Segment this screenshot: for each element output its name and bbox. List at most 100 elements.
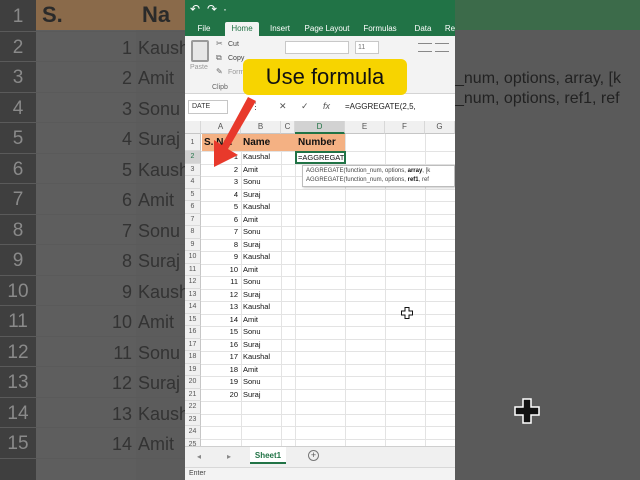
row-header[interactable]: 4 xyxy=(185,176,201,189)
row-header[interactable]: 8 xyxy=(185,226,201,239)
cell-name[interactable]: Sonu xyxy=(242,226,280,239)
cell-name[interactable]: Kaushal xyxy=(242,201,280,214)
row-header[interactable]: 23 xyxy=(185,413,201,426)
row-header[interactable]: 20 xyxy=(185,376,201,389)
redo-icon[interactable]: ↷ xyxy=(207,2,217,16)
column-header-g[interactable]: G xyxy=(425,121,455,134)
cell-name[interactable]: Suraj xyxy=(242,289,280,302)
format-painter-icon[interactable]: ✎ xyxy=(216,67,223,76)
row-header[interactable]: 21 xyxy=(185,388,201,401)
tab-formulas[interactable]: Formulas xyxy=(360,22,400,36)
next-sheet-icon[interactable]: ▸ xyxy=(227,452,231,461)
formula-input[interactable]: =AGGREGATE(2,5, xyxy=(345,100,455,114)
copy-icon[interactable]: ⧉ xyxy=(216,53,222,63)
row-header[interactable]: 17 xyxy=(185,338,201,351)
cell-name[interactable]: Suraj xyxy=(242,239,280,252)
cell-sno[interactable]: 12 xyxy=(202,289,239,302)
row-header[interactable]: 2 xyxy=(185,151,201,164)
font-name-box[interactable] xyxy=(285,41,349,54)
cell-sno[interactable]: 10 xyxy=(202,264,239,277)
font-size-box[interactable]: 11 xyxy=(355,41,379,54)
paste-icon[interactable] xyxy=(191,40,209,62)
cell-sno[interactable]: 11 xyxy=(202,276,239,289)
cell-sno[interactable]: 18 xyxy=(202,364,239,377)
row-header[interactable]: 13 xyxy=(185,288,201,301)
column-header-c[interactable]: C xyxy=(281,121,295,134)
tab-home[interactable]: Home xyxy=(225,22,259,36)
add-sheet-icon[interactable]: + xyxy=(308,450,319,461)
tab-page-layout[interactable]: Page Layout xyxy=(303,22,351,36)
row-header[interactable]: 16 xyxy=(185,326,201,339)
tab-review[interactable]: Re xyxy=(443,22,455,36)
cell-sno[interactable]: 4 xyxy=(202,189,239,202)
insert-function-icon[interactable]: fx xyxy=(323,101,330,111)
cell-name[interactable]: Sonu xyxy=(242,376,280,389)
column-header-f[interactable]: F xyxy=(385,121,425,134)
row-header[interactable]: 12 xyxy=(185,276,201,289)
cell-sno[interactable]: 9 xyxy=(202,251,239,264)
cell-name[interactable]: Sonu xyxy=(242,176,280,189)
cell-sno[interactable]: 6 xyxy=(202,214,239,227)
column-header-d[interactable]: D xyxy=(295,121,345,134)
cell-name[interactable]: Suraj xyxy=(242,339,280,352)
cell-sno[interactable]: 5 xyxy=(202,201,239,214)
cell-sno[interactable]: 8 xyxy=(202,239,239,252)
column-header-e[interactable]: E xyxy=(345,121,385,134)
copy-button[interactable]: Copy xyxy=(228,55,244,62)
tooltip-line-2-arg[interactable]: ref1 xyxy=(408,177,419,183)
row-header[interactable]: 24 xyxy=(185,426,201,439)
format-painter-button[interactable]: Form xyxy=(228,69,244,76)
cell-sno[interactable]: 17 xyxy=(202,351,239,364)
row-header[interactable]: 6 xyxy=(185,201,201,214)
tab-data[interactable]: Data xyxy=(408,22,438,36)
paste-label[interactable]: Paste xyxy=(190,64,208,71)
cell-name[interactable]: Amit xyxy=(242,314,280,327)
cell-name[interactable]: Suraj xyxy=(242,189,280,202)
select-all-corner[interactable] xyxy=(185,121,201,134)
cell-name[interactable]: Kaushal xyxy=(242,301,280,314)
cell-name[interactable]: Amit xyxy=(242,264,280,277)
header-number[interactable]: Number xyxy=(298,134,336,151)
tooltip-line-1-arg[interactable]: array xyxy=(408,168,423,174)
cell-sno[interactable]: 14 xyxy=(202,314,239,327)
prev-sheet-icon[interactable]: ◂ xyxy=(197,452,201,461)
cell-sno[interactable]: 15 xyxy=(202,326,239,339)
row-header[interactable]: 9 xyxy=(185,238,201,251)
row-header[interactable]: 10 xyxy=(185,251,201,264)
cell-sno[interactable]: 20 xyxy=(202,389,239,402)
cell-name[interactable]: Suraj xyxy=(242,389,280,402)
row-header[interactable]: 5 xyxy=(185,188,201,201)
align-top-icon[interactable] xyxy=(418,43,432,52)
cancel-icon[interactable]: ✕ xyxy=(279,101,287,112)
row-header[interactable]: 22 xyxy=(185,401,201,414)
undo-icon[interactable]: ↶ xyxy=(190,2,200,16)
cell-name[interactable]: Amit xyxy=(242,364,280,377)
cell-sno[interactable]: 13 xyxy=(202,301,239,314)
cell-name[interactable]: Sonu xyxy=(242,276,280,289)
cut-button[interactable]: Cut xyxy=(228,41,239,48)
row-header[interactable]: 11 xyxy=(185,263,201,276)
cell-name[interactable]: Amit xyxy=(242,214,280,227)
enter-icon[interactable]: ✓ xyxy=(301,101,309,112)
cell-sno[interactable]: 16 xyxy=(202,339,239,352)
row-header[interactable]: 3 xyxy=(185,163,201,176)
align-middle-icon[interactable] xyxy=(435,43,449,52)
row-header[interactable]: 18 xyxy=(185,351,201,364)
cell-name[interactable]: Kaushal xyxy=(242,351,280,364)
cell-name[interactable]: Sonu xyxy=(242,326,280,339)
tab-file[interactable]: File xyxy=(191,22,217,36)
cut-icon[interactable]: ✂ xyxy=(216,39,223,48)
tab-insert[interactable]: Insert xyxy=(264,22,296,36)
row-header[interactable]: 14 xyxy=(185,301,201,314)
customize-icon[interactable]: · xyxy=(223,2,227,16)
row-header[interactable]: 1 xyxy=(185,134,201,151)
row-header[interactable]: 19 xyxy=(185,363,201,376)
cell-sno[interactable]: 3 xyxy=(202,176,239,189)
cell-name[interactable]: Kaushal xyxy=(242,251,280,264)
active-cell-d2[interactable]: =AGGREGATE(2,5, xyxy=(295,151,346,164)
cell-sno[interactable]: 7 xyxy=(202,226,239,239)
sheet-tab-sheet1[interactable]: Sheet1 xyxy=(250,447,286,464)
row-header[interactable]: 15 xyxy=(185,313,201,326)
cell-sno[interactable]: 19 xyxy=(202,376,239,389)
row-header[interactable]: 7 xyxy=(185,213,201,226)
